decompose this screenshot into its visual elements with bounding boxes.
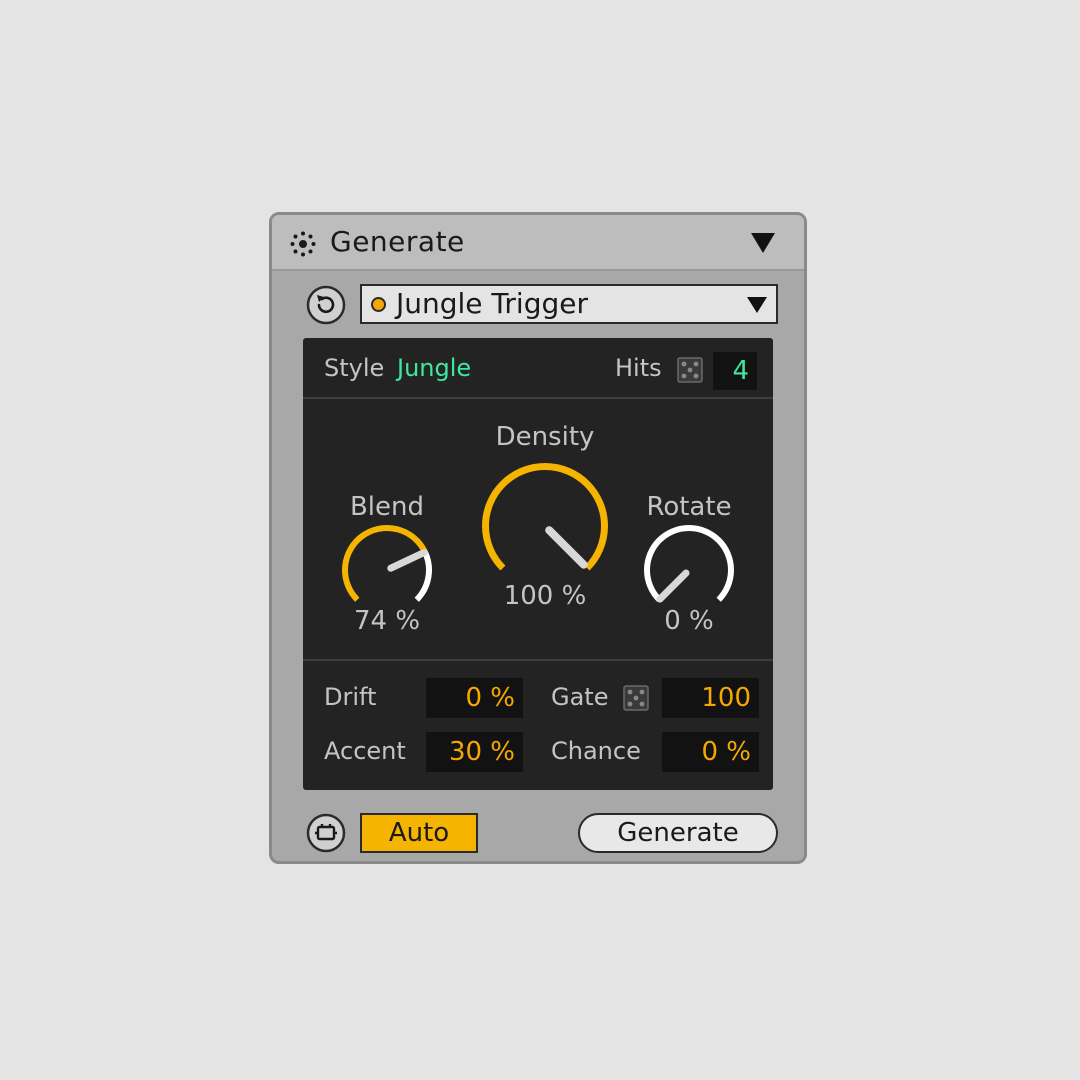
drift-value[interactable]: 0 %	[426, 678, 523, 718]
style-label: Style	[324, 354, 385, 382]
panel-divider	[303, 659, 773, 661]
chance-label: Chance	[551, 737, 641, 765]
device-title: Generate	[330, 225, 465, 258]
triangle-down-icon	[747, 297, 767, 313]
blend-knob[interactable]	[341, 524, 433, 616]
density-knob[interactable]	[481, 462, 609, 590]
preset-name: Jungle Trigger	[396, 287, 588, 320]
reset-icon[interactable]	[306, 285, 346, 325]
knob-value-arc	[482, 462, 608, 571]
auto-trigger-icon[interactable]	[306, 813, 346, 853]
dice-icon[interactable]	[677, 357, 703, 383]
hits-label: Hits	[615, 354, 662, 382]
rotate-knob[interactable]	[643, 524, 735, 616]
blend-value: 74 %	[353, 606, 421, 636]
knob-track-arc	[414, 550, 432, 602]
generate-device: Generate Jungle Trigger Style Jungle Hit…	[269, 212, 807, 864]
hits-value[interactable]: 4	[713, 352, 757, 390]
gate-label: Gate	[551, 683, 609, 711]
density-label: Density	[495, 422, 595, 452]
generator-panel: Style Jungle Hits 4 Blend 74 % Density 1…	[303, 338, 773, 790]
knob-pointer	[387, 548, 428, 572]
auto-toggle-button[interactable]: Auto	[360, 813, 478, 853]
knob-pointer	[545, 526, 588, 569]
blend-label: Blend	[349, 492, 425, 522]
knob-pointer	[656, 569, 690, 603]
panel-divider	[303, 397, 773, 399]
rotate-label: Rotate	[646, 492, 732, 522]
chance-value[interactable]: 0 %	[662, 732, 759, 772]
dice-icon[interactable]	[623, 685, 649, 711]
gate-value[interactable]: 100	[662, 678, 759, 718]
preset-dropdown[interactable]: Jungle Trigger	[360, 284, 778, 324]
rotate-value: 0 %	[664, 606, 714, 636]
accent-label: Accent	[324, 737, 406, 765]
accent-value[interactable]: 30 %	[426, 732, 523, 772]
generate-button[interactable]: Generate	[578, 813, 778, 853]
collapse-triangle-icon[interactable]	[750, 231, 776, 255]
preset-indicator-dot	[371, 297, 386, 312]
knob-track-arc	[644, 525, 734, 602]
device-titlebar[interactable]: Generate	[272, 215, 804, 271]
knob-value-arc	[342, 525, 428, 602]
style-value[interactable]: Jungle	[397, 354, 471, 382]
drift-label: Drift	[324, 683, 377, 711]
generate-dots-icon	[290, 231, 316, 257]
density-value: 100 %	[503, 581, 587, 611]
